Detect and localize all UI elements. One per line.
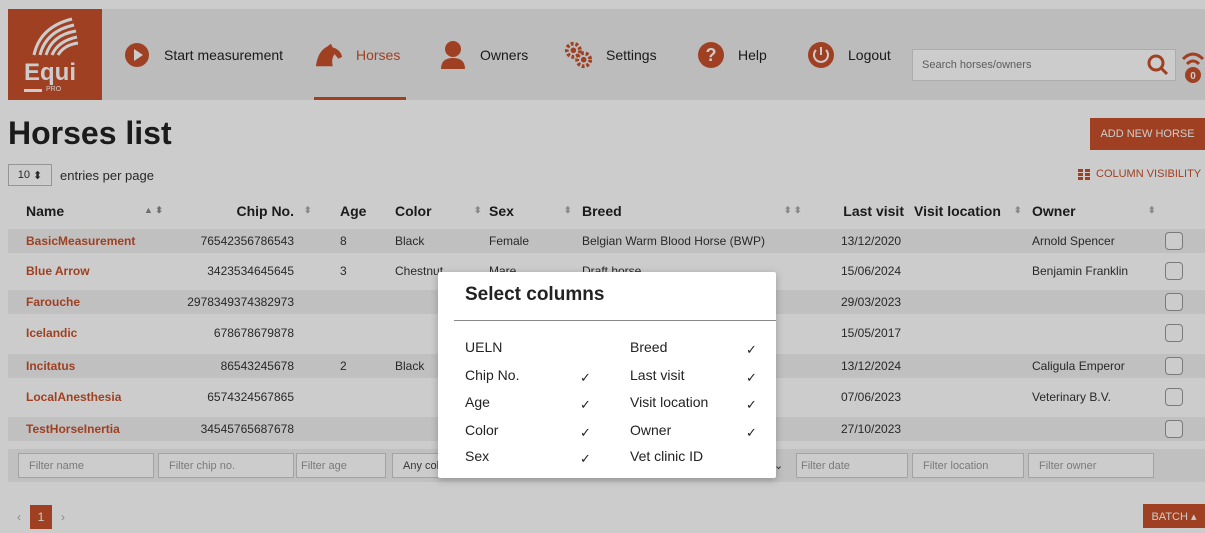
column-option-chip[interactable]: Chip No. [465, 367, 519, 383]
select-columns-dialog: Select columns UELN Chip No. ✓ Age ✓ Col… [438, 272, 776, 478]
column-option-age[interactable]: Age [465, 394, 490, 410]
dialog-divider [454, 320, 776, 321]
check-icon: ✓ [580, 425, 591, 440]
column-option-vet-clinic-id[interactable]: Vet clinic ID [630, 448, 703, 464]
column-option-owner[interactable]: Owner [630, 422, 671, 438]
check-icon: ✓ [746, 397, 757, 412]
column-option-last-visit[interactable]: Last visit [630, 367, 684, 383]
column-option-breed[interactable]: Breed [630, 339, 667, 355]
check-icon: ✓ [746, 370, 757, 385]
column-option-color[interactable]: Color [465, 422, 498, 438]
column-option-visit-location[interactable]: Visit location [630, 394, 708, 410]
check-icon: ✓ [580, 451, 591, 466]
check-icon: ✓ [580, 370, 591, 385]
column-option-ueln[interactable]: UELN [465, 339, 502, 355]
check-icon: ✓ [580, 397, 591, 412]
check-icon: ✓ [746, 425, 757, 440]
dialog-title: Select columns [465, 284, 605, 305]
column-option-sex[interactable]: Sex [465, 448, 489, 464]
check-icon: ✓ [746, 342, 757, 357]
